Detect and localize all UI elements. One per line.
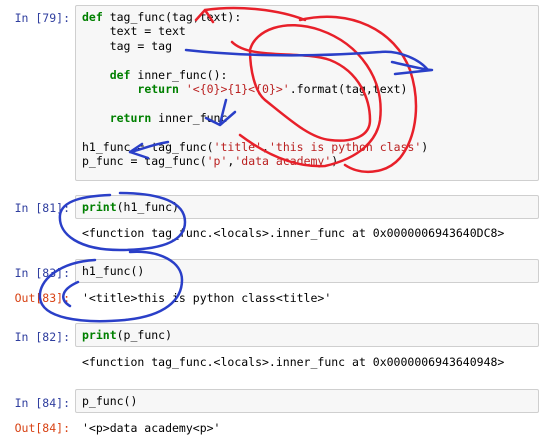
code-token: return <box>137 82 186 96</box>
code-token: tag = tag <box>82 38 173 53</box>
code-token: 'title' <box>213 139 263 154</box>
code-line: h1_func = tag_func('title','this is pyth… <box>82 140 428 154</box>
code-cell-82[interactable]: print(p_func) <box>75 323 539 347</box>
code-line: def inner_func(): <box>82 67 228 82</box>
code-cell-83[interactable]: h1_func() <box>75 259 539 283</box>
prompt-in-84: In [84]: <box>14 396 70 410</box>
code-line: p_func() <box>82 394 137 408</box>
stdout-81: <function tag_func.<locals>.inner_func a… <box>82 226 505 240</box>
code-token: p_func() <box>82 394 138 408</box>
code-token: 'data academy' <box>234 154 332 168</box>
prompt-in-82: In [82]: <box>14 330 70 344</box>
stdout-82: <function tag_func.<locals>.inner_func a… <box>82 355 505 369</box>
code-token: text = text <box>82 24 186 39</box>
prompt-in-83: In [83]: <box>14 266 70 280</box>
code-token: print <box>82 200 117 214</box>
code-token: 'p' <box>206 154 228 168</box>
prompt-in-79: In [79]: <box>14 11 70 25</box>
code-token: p_func = tag_func( <box>82 154 207 168</box>
code-token: ) <box>421 139 429 154</box>
prompt-in-81: In [81]: <box>14 201 70 215</box>
code-token: tag_func(tag,text): <box>109 10 242 24</box>
code-token: def <box>82 10 110 24</box>
code-token: , <box>262 139 269 154</box>
code-line: return inner_func <box>82 110 228 125</box>
code-token: h1_func = tag_func( <box>82 139 214 154</box>
code-token: return <box>109 110 159 125</box>
code-cell-84[interactable]: p_func() <box>75 389 539 413</box>
code-line: print(h1_func) <box>82 200 179 214</box>
code-token: h1_func() <box>82 264 145 278</box>
code-token: def <box>109 67 138 82</box>
code-token: '<{0}>{1}<{0}>' <box>185 82 290 96</box>
code-line: print(p_func) <box>82 328 172 342</box>
code-token: 'this is python class' <box>268 139 422 154</box>
code-line: def tag_func(tag,text): <box>82 10 241 24</box>
code-line: h1_func() <box>82 264 144 278</box>
code-line: p_func = tag_func('p','data academy') <box>82 154 338 168</box>
code-token: .format(tag,text) <box>289 82 408 96</box>
output-84: '<p>data academy<p>' <box>82 421 221 435</box>
prompt-out-84: Out[84]: <box>14 421 70 435</box>
code-line: text = text <box>82 24 186 38</box>
code-token: ) <box>331 154 339 168</box>
code-line: return '<{0}>{1}<{0}>'.format(tag,text) <box>82 82 407 96</box>
code-token: inner_func <box>158 110 228 125</box>
prompt-out-83: Out[83]: <box>14 291 70 305</box>
code-token: inner_func(): <box>137 67 228 82</box>
code-cell-81[interactable]: print(h1_func) <box>75 195 539 219</box>
code-cell-79[interactable]: def tag_func(tag,text): text = text tag … <box>75 5 539 181</box>
output-83: '<title>this is python class<title>' <box>82 291 332 305</box>
code-line: tag = tag <box>82 39 172 53</box>
code-token: print <box>82 328 117 342</box>
code-token: (p_func) <box>116 328 173 342</box>
code-token: (h1_func) <box>116 200 179 214</box>
